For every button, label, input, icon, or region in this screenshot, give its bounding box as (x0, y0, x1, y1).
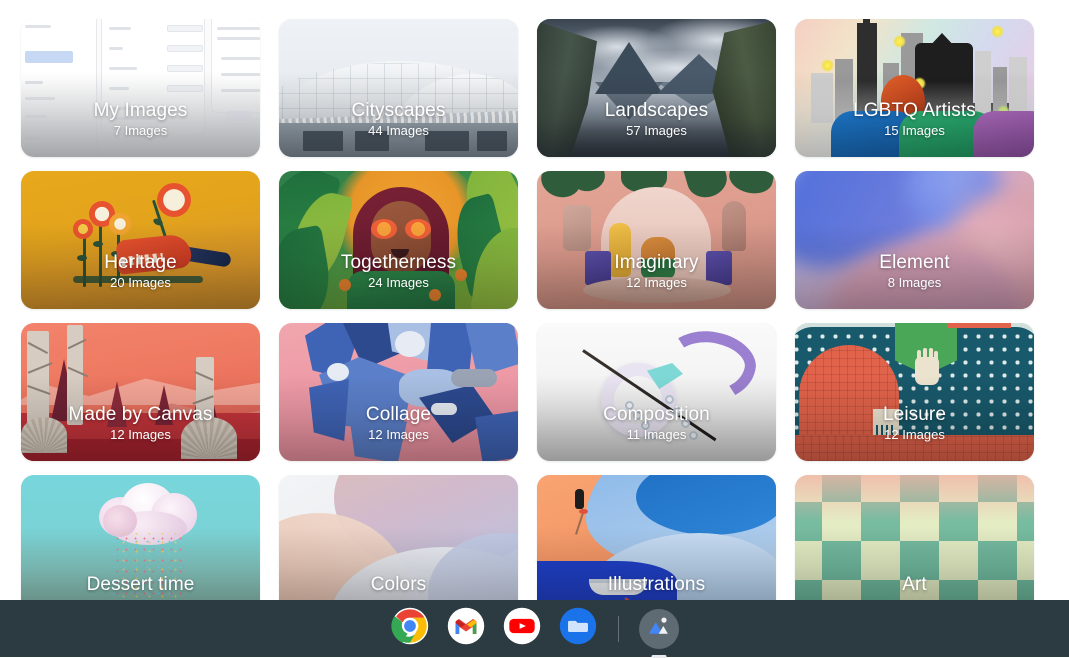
album-thumbnail-made-by-canvas (21, 323, 260, 461)
album-cityscapes[interactable]: Cityscapes 44 Images (279, 19, 518, 157)
album-illustrations[interactable]: Illustrations (537, 475, 776, 613)
shelf-item-gallery[interactable] (639, 608, 679, 658)
youtube-icon (503, 607, 541, 650)
album-thumbnail-lgbtq-artists (795, 19, 1034, 157)
files-icon (559, 607, 597, 650)
shelf-item-youtube[interactable] (502, 607, 542, 650)
album-thumbnail-togetherness (279, 171, 518, 309)
album-thumbnail-imaginary (537, 171, 776, 309)
shelf-item-gmail[interactable] (446, 607, 486, 650)
album-togetherness[interactable]: Togetherness 24 Images (279, 171, 518, 309)
album-collage[interactable]: Collage 12 Images (279, 323, 518, 461)
album-composition[interactable]: Composition 11 Images (537, 323, 776, 461)
album-made-by-canvas[interactable]: Made by Canvas 12 Images (21, 323, 260, 461)
album-thumbnail-my-images (21, 19, 260, 157)
chrome-icon (391, 607, 429, 650)
gallery-app-window: My Images 7 Images Cityscapes 44 Images … (0, 0, 1069, 658)
shelf (0, 600, 1069, 658)
album-colors[interactable]: Colors (279, 475, 518, 613)
album-thumbnail-element (795, 171, 1034, 309)
shelf-separator (618, 615, 619, 642)
active-app-indicator (651, 654, 667, 658)
album-thumbnail-colors (279, 475, 518, 613)
album-lgbtq-artists[interactable]: LGBTQ Artists 15 Images (795, 19, 1034, 157)
album-heritage[interactable]: Heritage 20 Images (21, 171, 260, 309)
album-thumbnail-cityscapes (279, 19, 518, 157)
shelf-item-files[interactable] (558, 607, 598, 650)
album-landscapes[interactable]: Landscapes 57 Images (537, 19, 776, 157)
album-dessert-time[interactable]: Dessert time (21, 475, 260, 613)
gallery-icon (646, 613, 672, 644)
album-my-images[interactable]: My Images 7 Images (21, 19, 260, 157)
album-leisure[interactable]: Leisure 12 Images (795, 323, 1034, 461)
albums-grid: My Images 7 Images Cityscapes 44 Images … (21, 19, 1034, 613)
album-thumbnail-composition (537, 323, 776, 461)
album-element[interactable]: Element 8 Images (795, 171, 1034, 309)
shelf-item-chrome[interactable] (390, 607, 430, 650)
album-thumbnail-illustrations (537, 475, 776, 613)
album-imaginary[interactable]: Imaginary 12 Images (537, 171, 776, 309)
album-art[interactable]: Art (795, 475, 1034, 613)
album-thumbnail-collage (279, 323, 518, 461)
album-thumbnail-leisure (795, 323, 1034, 461)
album-thumbnail-art (795, 475, 1034, 613)
album-thumbnail-heritage (21, 171, 260, 309)
gmail-icon (447, 607, 485, 650)
album-thumbnail-dessert-time (21, 475, 260, 613)
album-thumbnail-landscapes (537, 19, 776, 157)
